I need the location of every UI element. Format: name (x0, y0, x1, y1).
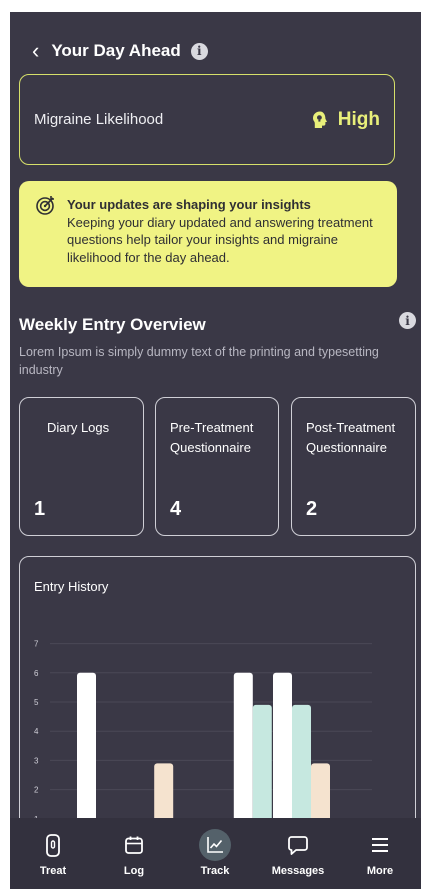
y-tick-label: 3 (34, 756, 39, 765)
y-tick-label: 5 (34, 698, 39, 707)
weekly-overview-title: Weekly Entry Overview (19, 315, 206, 334)
calendar-icon (125, 836, 143, 854)
diary-logs-label: Diary Logs (47, 420, 110, 435)
diary-logs-card[interactable]: Diary Logs 1 (19, 397, 144, 536)
post-treatment-value: 2 (306, 498, 318, 520)
diary-logs-value: 1 (34, 498, 46, 520)
y-tick-label: 7 (34, 640, 39, 649)
head-lightbulb-icon (312, 111, 327, 128)
weekly-info-icon[interactable]: i (399, 312, 416, 329)
y-tick-label: 2 (34, 786, 39, 795)
weekly-overview-description: Lorem Ipsum is simply dummy text of the … (19, 345, 379, 377)
pre-treatment-value: 4 (170, 498, 182, 520)
pre-treatment-label: Pre-Treatment Questionnaire (170, 420, 254, 455)
app-screen: ‹ Your Day Ahead i Migraine Likelihood H… (10, 12, 421, 889)
nav-track-label: Track (200, 865, 230, 877)
message-icon (288, 836, 308, 855)
target-icon (36, 196, 54, 215)
nav-log-label: Log (123, 865, 145, 877)
nav-treat[interactable]: Treat (18, 818, 88, 889)
chart-plot: 1234567 (34, 640, 372, 857)
chart-icon (207, 837, 223, 853)
header: ‹ Your Day Ahead i (10, 36, 421, 66)
bottom-nav: Treat Log Track Messages More (10, 818, 421, 889)
nav-log[interactable]: Log (99, 818, 169, 889)
back-chevron-icon[interactable]: ‹ (32, 40, 39, 62)
banner-title: Your updates are shaping your insights (67, 197, 311, 212)
likelihood-value-text: High (337, 108, 380, 130)
likelihood-label: Migraine Likelihood (34, 111, 164, 128)
page-title: Your Day Ahead (51, 41, 181, 60)
nav-track[interactable]: Track (180, 818, 250, 889)
inhaler-icon (46, 834, 60, 857)
post-treatment-label: Post-Treatment Questionnaire (306, 420, 396, 455)
nav-more-label: More (366, 865, 394, 877)
entry-history-chart: Entry History 1234567 (19, 556, 416, 857)
y-tick-label: 4 (34, 727, 39, 736)
migraine-likelihood-card: Migraine Likelihood High (19, 74, 395, 165)
info-icon[interactable]: i (190, 42, 208, 60)
nav-more[interactable]: More (345, 818, 415, 889)
likelihood-value: High (310, 109, 380, 131)
menu-icon (372, 838, 388, 852)
post-treatment-card[interactable]: Post-Treatment Questionnaire 2 (291, 397, 416, 536)
nav-treat-label: Treat (39, 865, 67, 877)
insights-banner: Your updates are shaping your insights K… (19, 181, 397, 287)
y-tick-label: 6 (34, 669, 39, 678)
pre-treatment-card[interactable]: Pre-Treatment Questionnaire 4 (155, 397, 279, 536)
nav-messages-label: Messages (271, 865, 325, 877)
banner-text: Keeping your diary updated and answering… (67, 214, 373, 265)
nav-messages[interactable]: Messages (263, 818, 333, 889)
